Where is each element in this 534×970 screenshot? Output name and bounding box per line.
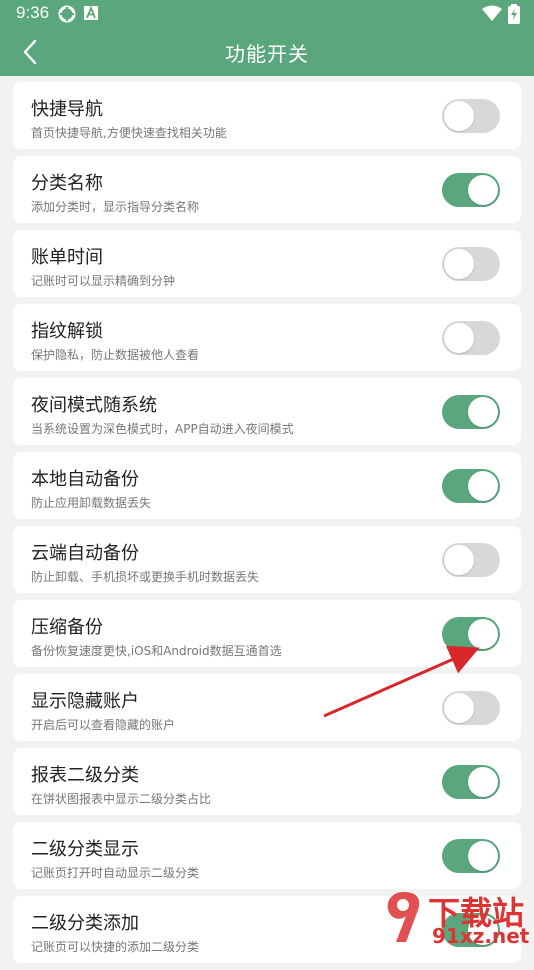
setting-title: 压缩备份 <box>31 617 103 638</box>
setting-toggle[interactable] <box>442 321 500 355</box>
toggle-knob <box>468 397 498 427</box>
setting-description: 备份恢复速度更快,iOS和Android数据互通首选 <box>31 644 282 658</box>
setting-title: 账单时间 <box>31 247 103 268</box>
status-time: 9:36 <box>16 3 50 22</box>
setting-row: 指纹解锁保护隐私，防止数据被他人查看 <box>13 304 521 371</box>
setting-row: 显示隐藏账户开启后可以查看隐藏的账户 <box>13 674 521 741</box>
toggle-knob <box>444 545 474 575</box>
setting-row: 本地自动备份防止应用卸载数据丢失 <box>13 452 521 519</box>
setting-title: 显示隐藏账户 <box>31 691 139 712</box>
watermark-url: 91xz.net <box>432 924 530 948</box>
setting-toggle[interactable] <box>442 617 500 651</box>
toggle-knob <box>468 175 498 205</box>
status-bar: 9:36 <box>0 0 534 28</box>
setting-toggle[interactable] <box>442 395 500 429</box>
toggle-knob <box>468 619 498 649</box>
setting-title: 指纹解锁 <box>31 321 103 342</box>
setting-title: 分类名称 <box>31 173 103 194</box>
toggle-knob <box>444 323 474 353</box>
setting-description: 首页快捷导航,方便快速查找相关功能 <box>31 126 227 140</box>
setting-title: 本地自动备份 <box>31 469 139 490</box>
setting-description: 记账页可以快捷的添加二级分类 <box>31 940 200 954</box>
setting-title: 快捷导航 <box>31 99 103 120</box>
setting-row: 分类名称添加分类时，显示指导分类名称 <box>13 156 521 223</box>
setting-description: 添加分类时，显示指导分类名称 <box>31 200 200 214</box>
setting-description: 记账时可以显示精确到分钟 <box>31 274 176 288</box>
setting-toggle[interactable] <box>442 543 500 577</box>
toggle-knob <box>468 767 498 797</box>
setting-toggle[interactable] <box>442 173 500 207</box>
battery-icon <box>508 4 520 29</box>
setting-toggle[interactable] <box>442 765 500 799</box>
setting-description: 当系统设置为深色模式时，APP自动进入夜间模式 <box>31 422 294 436</box>
setting-title: 夜间模式随系统 <box>31 395 157 416</box>
setting-title: 报表二级分类 <box>31 765 139 786</box>
setting-row: 报表二级分类在饼状图报表中显示二级分类占比 <box>13 748 521 815</box>
setting-description: 防止卸载、手机损坏或更换手机时数据丢失 <box>31 570 260 584</box>
setting-toggle[interactable] <box>442 247 500 281</box>
setting-row: 夜间模式随系统当系统设置为深色模式时，APP自动进入夜间模式 <box>13 378 521 445</box>
app-notification-icon <box>58 5 76 28</box>
setting-row: 二级分类显示记账页打开时自动显示二级分类 <box>13 822 521 889</box>
setting-description: 保护隐私，防止数据被他人查看 <box>31 348 200 362</box>
app-header: 9:36 功能开关 <box>0 0 534 76</box>
setting-title: 二级分类显示 <box>31 839 139 860</box>
notification-a-icon <box>84 5 98 25</box>
toggle-knob <box>444 693 474 723</box>
setting-description: 在饼状图报表中显示二级分类占比 <box>31 792 212 806</box>
wifi-icon <box>482 5 502 26</box>
setting-toggle[interactable] <box>442 839 500 873</box>
toggle-knob <box>468 471 498 501</box>
setting-toggle[interactable] <box>442 691 500 725</box>
setting-row: 账单时间记账时可以显示精确到分钟 <box>13 230 521 297</box>
nav-bar: 功能开关 <box>0 30 534 76</box>
watermark-logo: 下载站 91xz.net <box>382 888 532 948</box>
setting-row: 云端自动备份防止卸载、手机损坏或更换手机时数据丢失 <box>13 526 521 593</box>
setting-toggle[interactable] <box>442 469 500 503</box>
page-title: 功能开关 <box>225 42 309 66</box>
setting-description: 开启后可以查看隐藏的账户 <box>31 718 176 732</box>
toggle-knob <box>444 101 474 131</box>
setting-title: 二级分类添加 <box>31 913 139 934</box>
toggle-knob <box>444 249 474 279</box>
setting-row: 压缩备份备份恢复速度更快,iOS和Android数据互通首选 <box>13 600 521 667</box>
toggle-knob <box>468 841 498 871</box>
setting-title: 云端自动备份 <box>31 543 139 564</box>
setting-row: 快捷导航首页快捷导航,方便快速查找相关功能 <box>13 82 521 149</box>
setting-description: 记账页打开时自动显示二级分类 <box>31 866 200 880</box>
setting-toggle[interactable] <box>442 99 500 133</box>
setting-description: 防止应用卸载数据丢失 <box>31 496 152 510</box>
settings-list: 快捷导航首页快捷导航,方便快速查找相关功能分类名称添加分类时，显示指导分类名称账… <box>13 82 521 970</box>
